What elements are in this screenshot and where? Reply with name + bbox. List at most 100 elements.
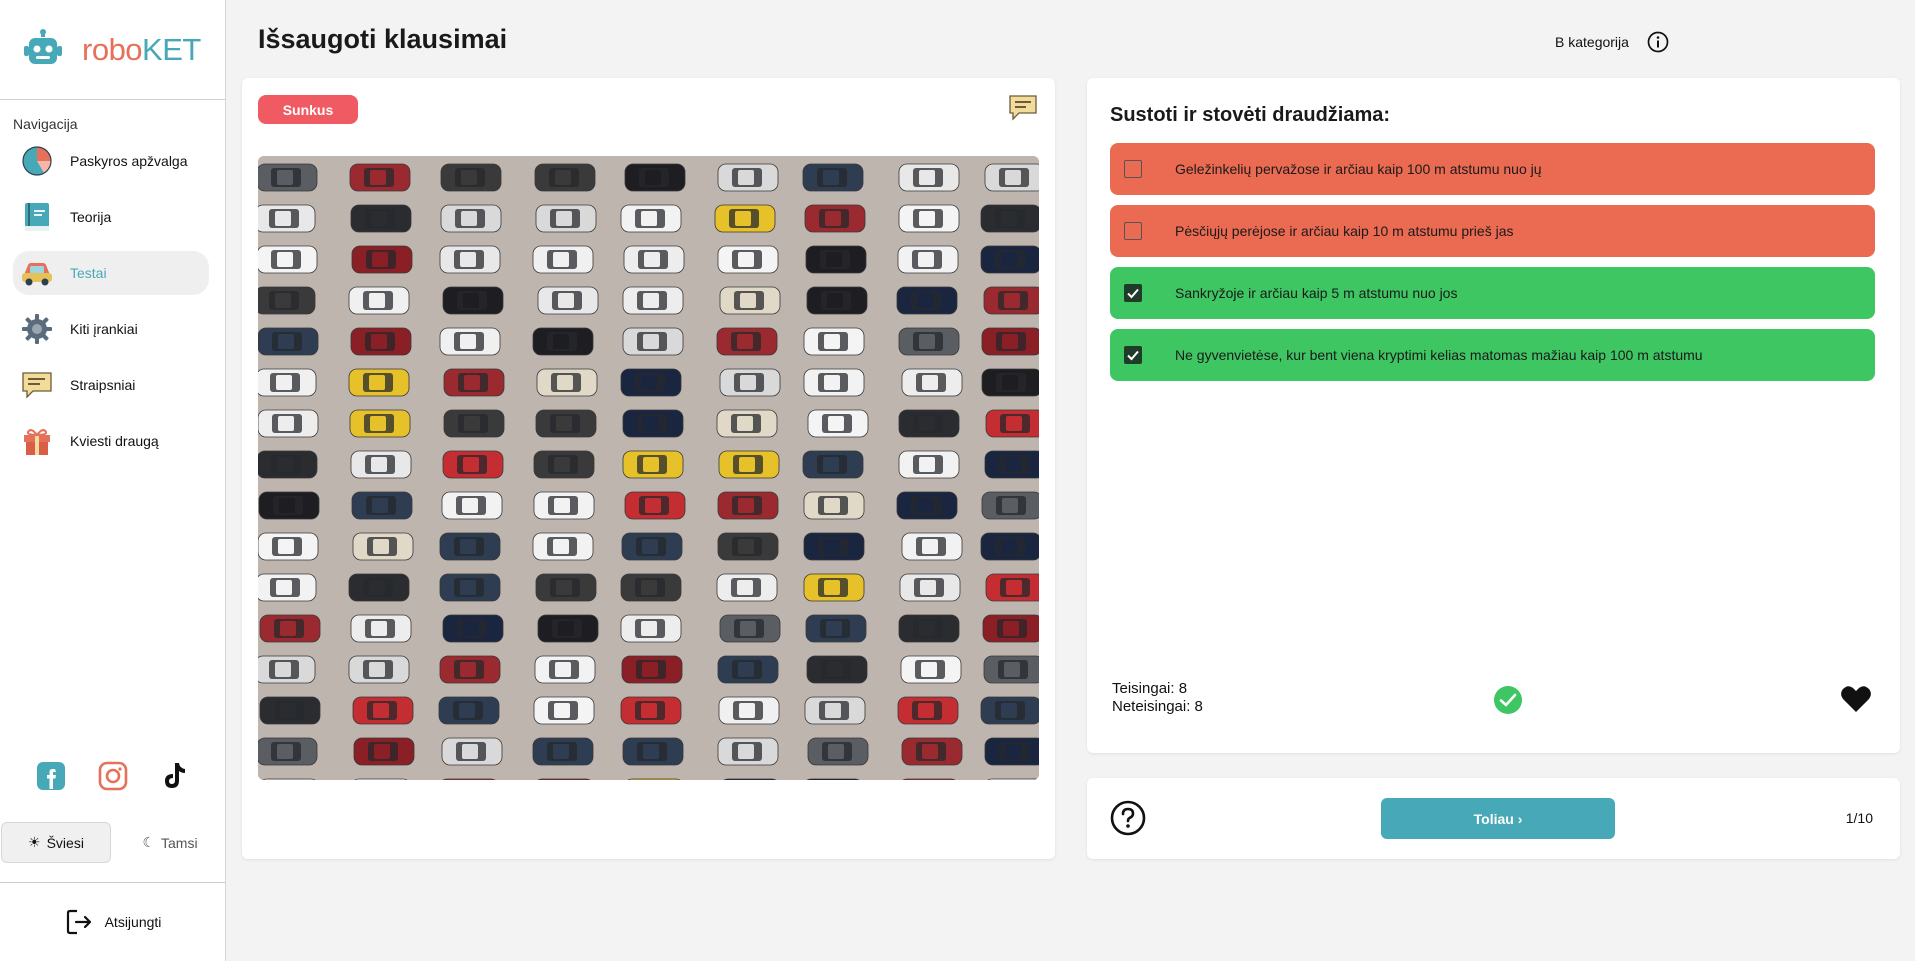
answer-text: Ne gyvenvietėse, kur bent viena kryptimi… <box>1175 347 1703 363</box>
gear-icon <box>20 312 54 346</box>
parked-car <box>980 696 1039 725</box>
parked-car <box>348 368 410 397</box>
sidebar-item-label: Paskyros apžvalga <box>70 153 188 169</box>
correct-count: Teisingai: 8 <box>1112 680 1188 697</box>
sidebar-item-account-overview[interactable]: Paskyros apžvalga <box>13 139 209 183</box>
parked-car <box>719 368 781 397</box>
parked-car <box>624 163 686 192</box>
parked-car <box>537 286 599 315</box>
sidebar-item-label: Teorija <box>70 209 112 225</box>
parked-car <box>348 655 410 684</box>
sidebar-item-articles[interactable]: Straipsniai <box>13 363 209 407</box>
parked-car <box>259 696 321 725</box>
parked-car <box>350 327 412 356</box>
sidebar: roboKET Navigacija Paskyros apžvalga Teo… <box>0 0 226 961</box>
parked-car <box>439 655 501 684</box>
brand-name: roboKET <box>82 31 201 67</box>
theme-dark-button[interactable]: ☾ Tamsi <box>115 822 225 863</box>
answer-checkbox[interactable] <box>1124 160 1142 178</box>
parked-car <box>537 778 591 780</box>
answer-option[interactable]: Ne gyvenvietėse, kur bent viena kryptimi… <box>1110 329 1875 381</box>
parked-car <box>806 655 868 684</box>
parked-car <box>980 245 1039 274</box>
parked-car <box>258 655 316 684</box>
parked-car <box>723 778 777 780</box>
sidebar-item-invite-friend[interactable]: Kviesti draugą <box>13 419 209 463</box>
robot-icon <box>24 28 62 64</box>
parked-car <box>714 204 776 233</box>
parking-lot-photo <box>258 156 1039 780</box>
parked-car <box>622 450 684 479</box>
parked-car <box>980 532 1039 561</box>
check-icon <box>1127 350 1139 361</box>
parked-car <box>716 327 778 356</box>
parked-car <box>718 696 780 725</box>
sidebar-item-other-tools[interactable]: Kiti įrankiai <box>13 307 209 351</box>
answer-checkbox[interactable] <box>1124 284 1142 302</box>
parked-car <box>806 778 860 780</box>
parked-car <box>896 286 958 315</box>
logout-button[interactable]: Atsijungti <box>0 882 226 961</box>
score-stats: Teisingai: 8 Neteisingai: 8 <box>1112 680 1203 716</box>
tiktok-icon[interactable] <box>159 760 191 792</box>
instagram-icon[interactable] <box>97 760 129 792</box>
next-button[interactable]: Toliau › <box>1381 798 1615 839</box>
heart-icon[interactable] <box>1840 684 1872 714</box>
logo[interactable]: roboKET <box>0 0 225 100</box>
parked-car <box>622 409 684 438</box>
parked-car <box>622 286 684 315</box>
parked-car <box>806 286 868 315</box>
question-image-card: Sunkus <box>242 78 1055 859</box>
logout-icon <box>66 909 91 935</box>
answer-option[interactable]: Geležinkelių pervažose ir arčiau kaip 10… <box>1110 143 1875 195</box>
theme-light-button[interactable]: ☀ Šviesi <box>1 822 111 863</box>
question-counter: 1/10 <box>1845 810 1873 826</box>
answer-text: Sankryžoje ir arčiau kaip 5 m atstumu nu… <box>1175 285 1458 301</box>
parked-car <box>719 614 781 643</box>
parked-car <box>535 573 597 602</box>
parked-car <box>533 450 595 479</box>
parked-car <box>717 491 779 520</box>
parked-car <box>803 573 865 602</box>
facebook-icon[interactable] <box>35 760 67 792</box>
comment-icon[interactable] <box>1008 94 1038 122</box>
answers-card: Sustoti ir stovėti draudžiama: Geležinke… <box>1087 78 1900 753</box>
parked-car <box>351 491 413 520</box>
parked-car <box>899 573 961 602</box>
parked-car <box>352 532 414 561</box>
parked-car <box>984 450 1039 479</box>
parked-car <box>901 368 963 397</box>
help-icon[interactable] <box>1110 800 1146 836</box>
parked-car <box>623 245 685 274</box>
sidebar-item-tests[interactable]: Testai <box>13 251 209 295</box>
answer-list: Geležinkelių pervažose ir arčiau kaip 10… <box>1110 143 1875 391</box>
answer-checkbox[interactable] <box>1124 346 1142 364</box>
parked-car <box>983 655 1039 684</box>
sidebar-item-theory[interactable]: Teorija <box>13 195 209 239</box>
parked-car <box>987 778 1039 780</box>
parked-car <box>897 245 959 274</box>
parked-car <box>533 696 595 725</box>
social-links <box>0 760 226 792</box>
parked-car <box>898 614 960 643</box>
answer-option[interactable]: Sankryžoje ir arčiau kaip 5 m atstumu nu… <box>1110 267 1875 319</box>
parked-car <box>901 737 963 766</box>
parked-car <box>353 737 415 766</box>
parked-car <box>259 614 321 643</box>
parked-car <box>900 655 962 684</box>
parked-car <box>348 573 410 602</box>
logout-label: Atsijungti <box>104 914 162 930</box>
parked-car <box>982 614 1039 643</box>
parked-car <box>532 532 594 561</box>
parked-car <box>258 286 316 315</box>
parked-car <box>807 409 869 438</box>
theme-switcher: ☀ Šviesi ☾ Tamsi <box>0 822 226 863</box>
parked-car <box>350 614 412 643</box>
parked-car <box>902 778 956 780</box>
parked-car <box>348 286 410 315</box>
answer-checkbox[interactable] <box>1124 222 1142 240</box>
parked-car <box>258 532 319 561</box>
info-icon[interactable] <box>1647 31 1669 53</box>
answer-option[interactable]: Pėsčiųjų perėjose ir arčiau kaip 10 m at… <box>1110 205 1875 257</box>
car-icon <box>20 256 54 290</box>
